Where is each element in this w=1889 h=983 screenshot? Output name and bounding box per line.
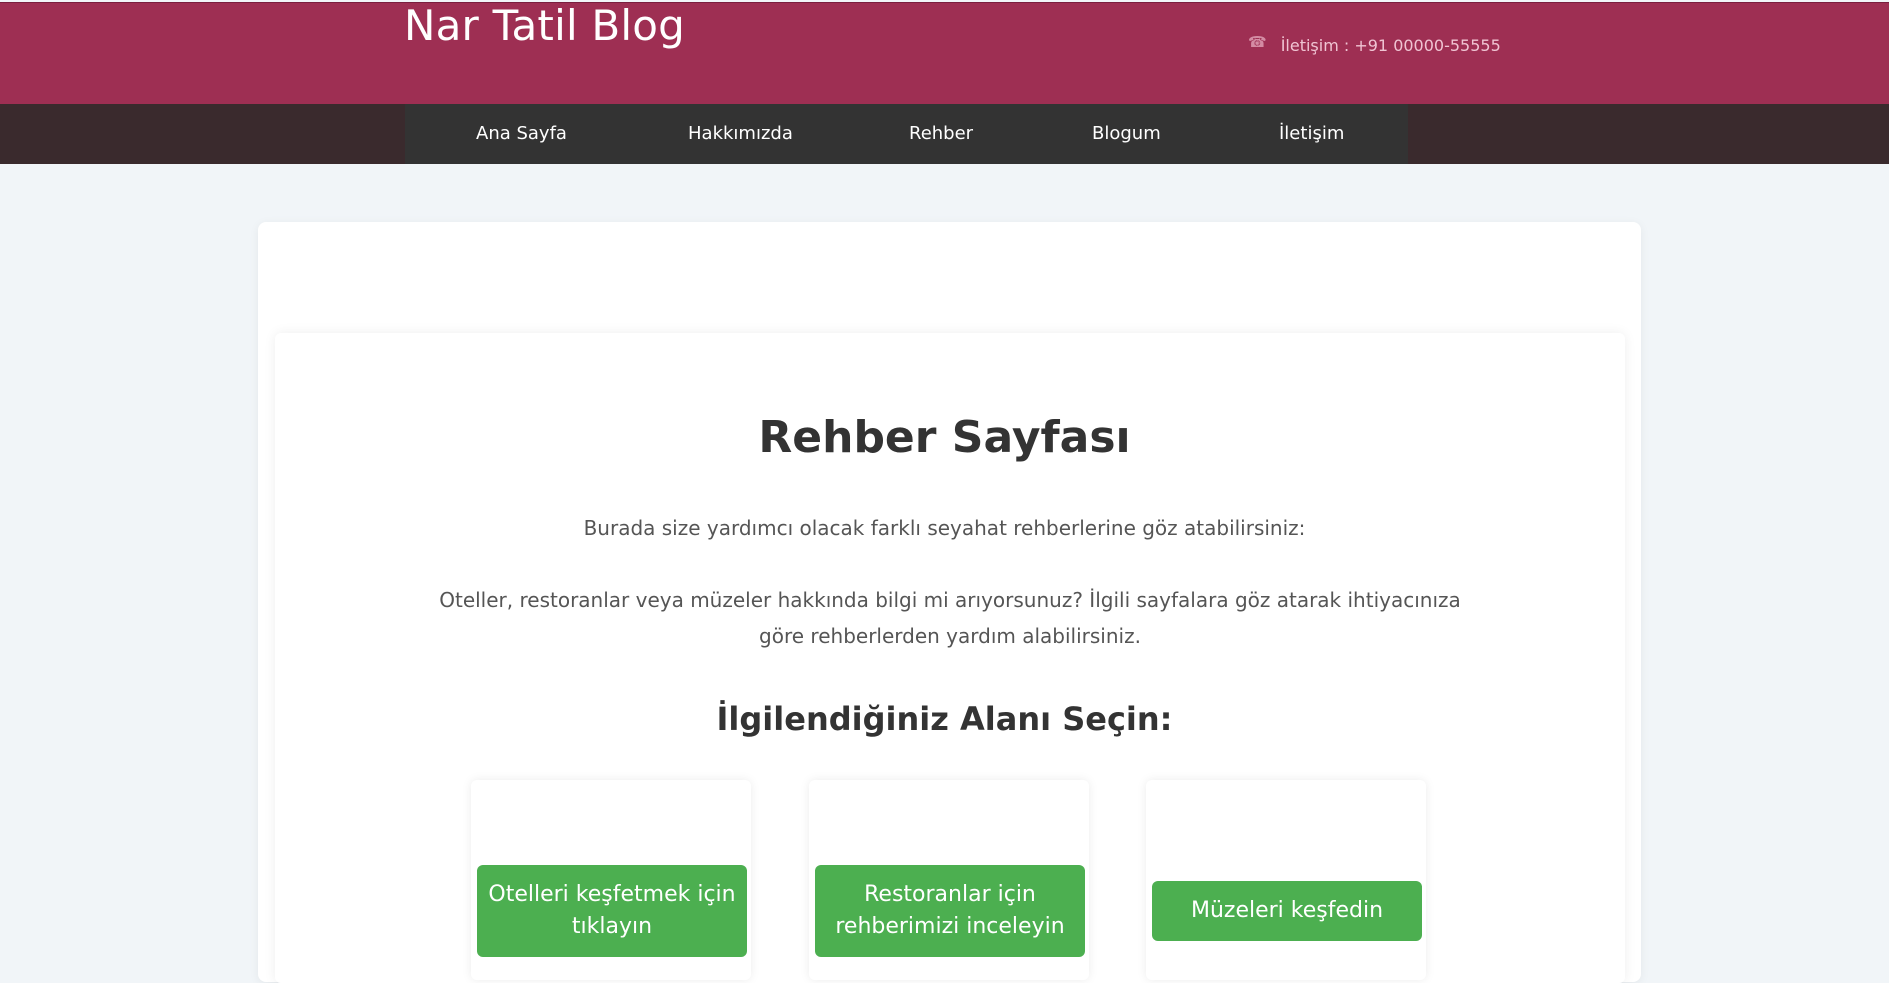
nav-item-blogum[interactable]: Blogum — [1092, 104, 1161, 164]
page-title: Rehber Sayfası — [758, 412, 1131, 463]
explore-restaurants-button[interactable]: Restoranlar için rehberimizi inceleyin — [815, 865, 1085, 957]
explore-hotels-button[interactable]: Otelleri keşfetmek için tıklayın — [477, 865, 747, 957]
site-brand[interactable]: Nar Tatil Blog — [404, 1, 685, 50]
nav-item-ana-sayfa[interactable]: Ana Sayfa — [476, 104, 567, 164]
site-header: Nar Tatil Blog ☎ İletişim : +91 00000-55… — [0, 1, 1889, 105]
intro-text: Burada size yardımcı olacak farklı seyah… — [583, 516, 1306, 540]
contact-text: İletişim : +91 00000-55555 — [1280, 36, 1501, 55]
choice-card-hotels: Otelleri keşfetmek için tıklayın — [471, 780, 751, 980]
choice-card-restaurants: Restoranlar için rehberimizi inceleyin — [809, 780, 1089, 980]
detail-text: Oteller, restoranlar veya müzeler hakkın… — [439, 588, 1461, 648]
explore-museums-button[interactable]: Müzeleri keşfedin — [1152, 881, 1422, 941]
phone-icon: ☎ — [1248, 32, 1267, 51]
nav-item-iletisim[interactable]: İletişim — [1279, 104, 1344, 164]
main-nav: Ana Sayfa Hakkımızda Rehber Blogum İleti… — [405, 104, 1408, 164]
contact-info: ☎ İletişim : +91 00000-55555 — [1248, 32, 1501, 56]
nav-item-rehber[interactable]: Rehber — [909, 104, 973, 164]
choice-card-museums: Müzeleri keşfedin — [1146, 780, 1426, 980]
nav-item-hakkimizda[interactable]: Hakkımızda — [688, 104, 793, 164]
section-title: İlgilendiğiniz Alanı Seçin: — [716, 700, 1173, 738]
